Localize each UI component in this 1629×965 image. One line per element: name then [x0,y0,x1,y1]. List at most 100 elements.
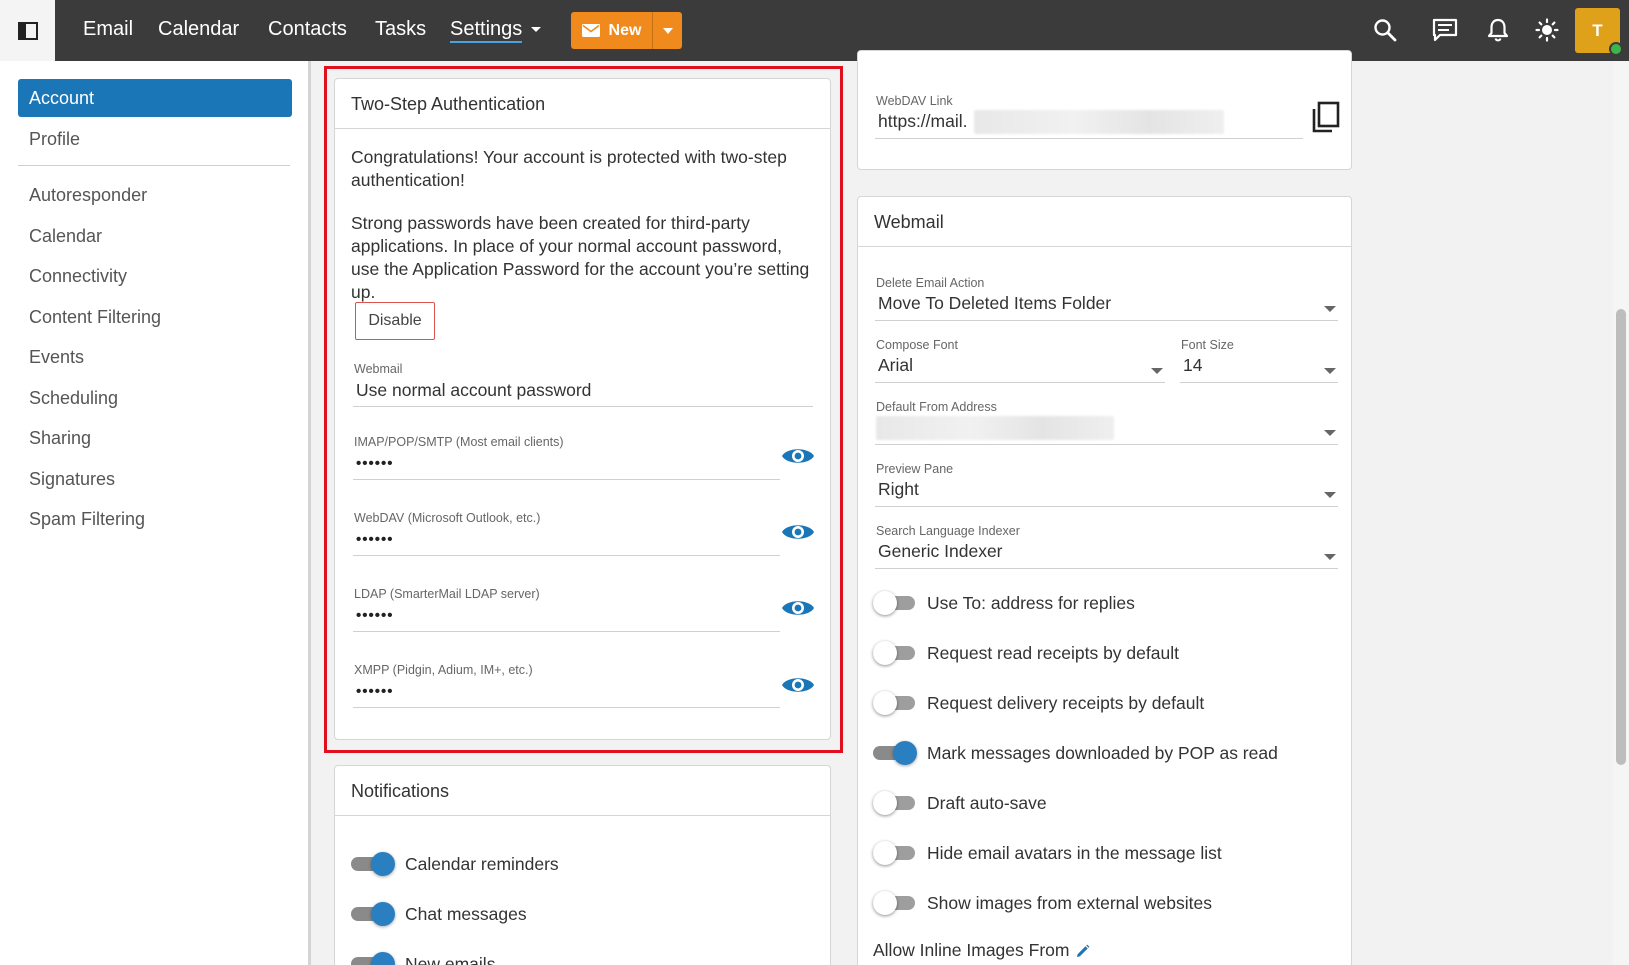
search-icon[interactable] [1370,15,1400,45]
avatar[interactable]: T [1575,8,1623,56]
bell-icon[interactable] [1483,15,1513,45]
webmail-password-label: Webmail [354,362,403,376]
new-dropdown-button[interactable] [653,12,682,49]
toggle-label: Use To: address for replies [927,592,1135,613]
toggle-draft-auto-save[interactable]: Draft auto-save [873,791,1047,815]
eye-icon[interactable] [781,520,815,544]
nav-settings-label: Settings [450,18,523,43]
eye-icon[interactable] [781,596,815,620]
page-scrollbar[interactable] [1613,61,1629,965]
sidenav-item-signatures[interactable]: Signatures [18,460,292,498]
toggle-switch[interactable] [873,791,915,815]
toggle-switch[interactable] [873,891,915,915]
font-size-label: Font Size [1181,338,1234,352]
compose-font-select[interactable]: Compose Font Arial [875,338,1165,383]
sidenav-item-autoresponder[interactable]: Autoresponder [18,176,292,214]
webdav-link-field[interactable]: WebDAV Link https://mail. [875,94,1303,139]
chevron-down-icon[interactable] [1324,554,1336,560]
copy-icon[interactable] [1311,101,1341,133]
imap-password-field[interactable]: IMAP/POP/SMTP (Most email clients) •••••… [353,435,780,480]
toggle-label: Mark messages downloaded by POP as read [927,742,1278,763]
nav-calendar[interactable]: Calendar [158,18,239,41]
webdav-link-value: https://mail. [878,111,968,131]
nav-email[interactable]: Email [83,18,133,41]
settings-sidenav: Account Profile Autoresponder Calendar C… [0,61,311,965]
sidenav-item-account[interactable]: Account [18,79,292,117]
preview-pane-select[interactable]: Preview Pane Right [875,462,1338,507]
toggle-switch[interactable] [873,591,915,615]
toggle-label: Request read receipts by default [927,642,1179,663]
chevron-down-icon[interactable] [1324,430,1336,436]
webdav-password-field[interactable]: WebDAV (Microsoft Outlook, etc.) •••••• [353,511,780,556]
scrollbar-thumb[interactable] [1616,309,1626,765]
sidebar-toggle-icon[interactable] [0,0,55,61]
compose-font-value: Arial [878,355,914,375]
ldap-password-field[interactable]: LDAP (SmarterMail LDAP server) •••••• [353,587,780,632]
font-size-select[interactable]: Font Size 14 [1180,338,1338,383]
eye-icon[interactable] [781,673,815,697]
toggle-switch[interactable] [351,852,395,876]
toggle-switch[interactable] [873,841,915,865]
allow-inline-images-label: Allow Inline Images From [873,940,1070,960]
webmail-card: Webmail Delete Email Action Move To Dele… [857,196,1352,965]
sidenav-item-content-filtering[interactable]: Content Filtering [18,298,292,336]
toggle-switch[interactable] [873,691,915,715]
toggle-use-to-address[interactable]: Use To: address for replies [873,591,1135,615]
new-button-label: New [608,21,642,39]
redacted-text [876,416,1114,440]
ldap-password-label: LDAP (SmarterMail LDAP server) [354,587,540,601]
webdav-link-label: WebDAV Link [876,94,953,108]
sun-icon[interactable] [1532,15,1562,45]
toggle-switch[interactable] [351,952,395,965]
search-language-indexer-select[interactable]: Search Language Indexer Generic Indexer [875,524,1338,569]
toggle-label: Request delivery receipts by default [927,692,1205,713]
eye-icon[interactable] [781,444,815,468]
toggle-switch[interactable] [873,641,915,665]
two-step-info-text: Strong passwords have been created for t… [351,213,810,302]
xmpp-password-field[interactable]: XMPP (Pidgin, Adium, IM+, etc.) •••••• [353,663,780,708]
default-from-address-label: Default From Address [876,400,997,414]
webmail-password-field: Webmail Use normal account password [353,362,813,407]
new-button[interactable]: New [571,12,682,49]
chevron-down-icon[interactable] [1324,368,1336,374]
toggle-new-emails[interactable]: New emails [351,952,495,965]
chevron-down-icon[interactable] [1324,492,1336,498]
sidenav-item-profile[interactable]: Profile [18,120,292,158]
toggle-delivery-receipts[interactable]: Request delivery receipts by default [873,691,1204,715]
toggle-label: Show images from external websites [927,892,1212,913]
default-from-address-select[interactable]: Default From Address [875,400,1338,445]
toggle-switch[interactable] [351,902,395,926]
toggle-mark-pop-read[interactable]: Mark messages downloaded by POP as read [873,741,1278,765]
chevron-down-icon[interactable] [1151,368,1163,374]
new-button-main[interactable]: New [571,12,653,49]
nav-tasks[interactable]: Tasks [375,18,426,41]
nav-settings[interactable]: Settings [450,18,542,43]
sidenav-divider [18,165,290,166]
toggle-switch[interactable] [873,741,917,765]
toggle-label: Draft auto-save [927,792,1047,813]
toggle-hide-avatars[interactable]: Hide email avatars in the message list [873,841,1222,865]
nav-contacts[interactable]: Contacts [268,18,347,41]
sidenav-item-spam-filtering[interactable]: Spam Filtering [18,500,292,538]
chevron-down-icon[interactable] [1324,306,1336,312]
toggle-external-images[interactable]: Show images from external websites [873,891,1212,915]
webmail-password-value: Use normal account password [356,380,592,400]
toggle-chat-messages[interactable]: Chat messages [351,902,527,926]
allow-inline-images-row[interactable]: Allow Inline Images From [873,940,1090,961]
search-language-indexer-label: Search Language Indexer [876,524,1020,538]
toggle-read-receipts[interactable]: Request read receipts by default [873,641,1179,665]
presence-indicator [1609,42,1623,56]
search-language-indexer-value: Generic Indexer [878,541,1003,561]
toggle-calendar-reminders[interactable]: Calendar reminders [351,852,559,876]
sidenav-item-connectivity[interactable]: Connectivity [18,257,292,295]
sidenav-item-scheduling[interactable]: Scheduling [18,379,292,417]
sidenav-item-calendar[interactable]: Calendar [18,217,292,255]
delete-email-action-select[interactable]: Delete Email Action Move To Deleted Item… [875,276,1338,321]
sidenav-item-sharing[interactable]: Sharing [18,419,292,457]
redacted-text [974,110,1224,134]
imap-password-label: IMAP/POP/SMTP (Most email clients) [354,435,564,449]
chat-icon[interactable] [1430,15,1460,45]
sidenav-item-events[interactable]: Events [18,338,292,376]
pencil-icon[interactable] [1075,944,1090,959]
disable-two-step-button[interactable]: Disable [355,302,435,340]
